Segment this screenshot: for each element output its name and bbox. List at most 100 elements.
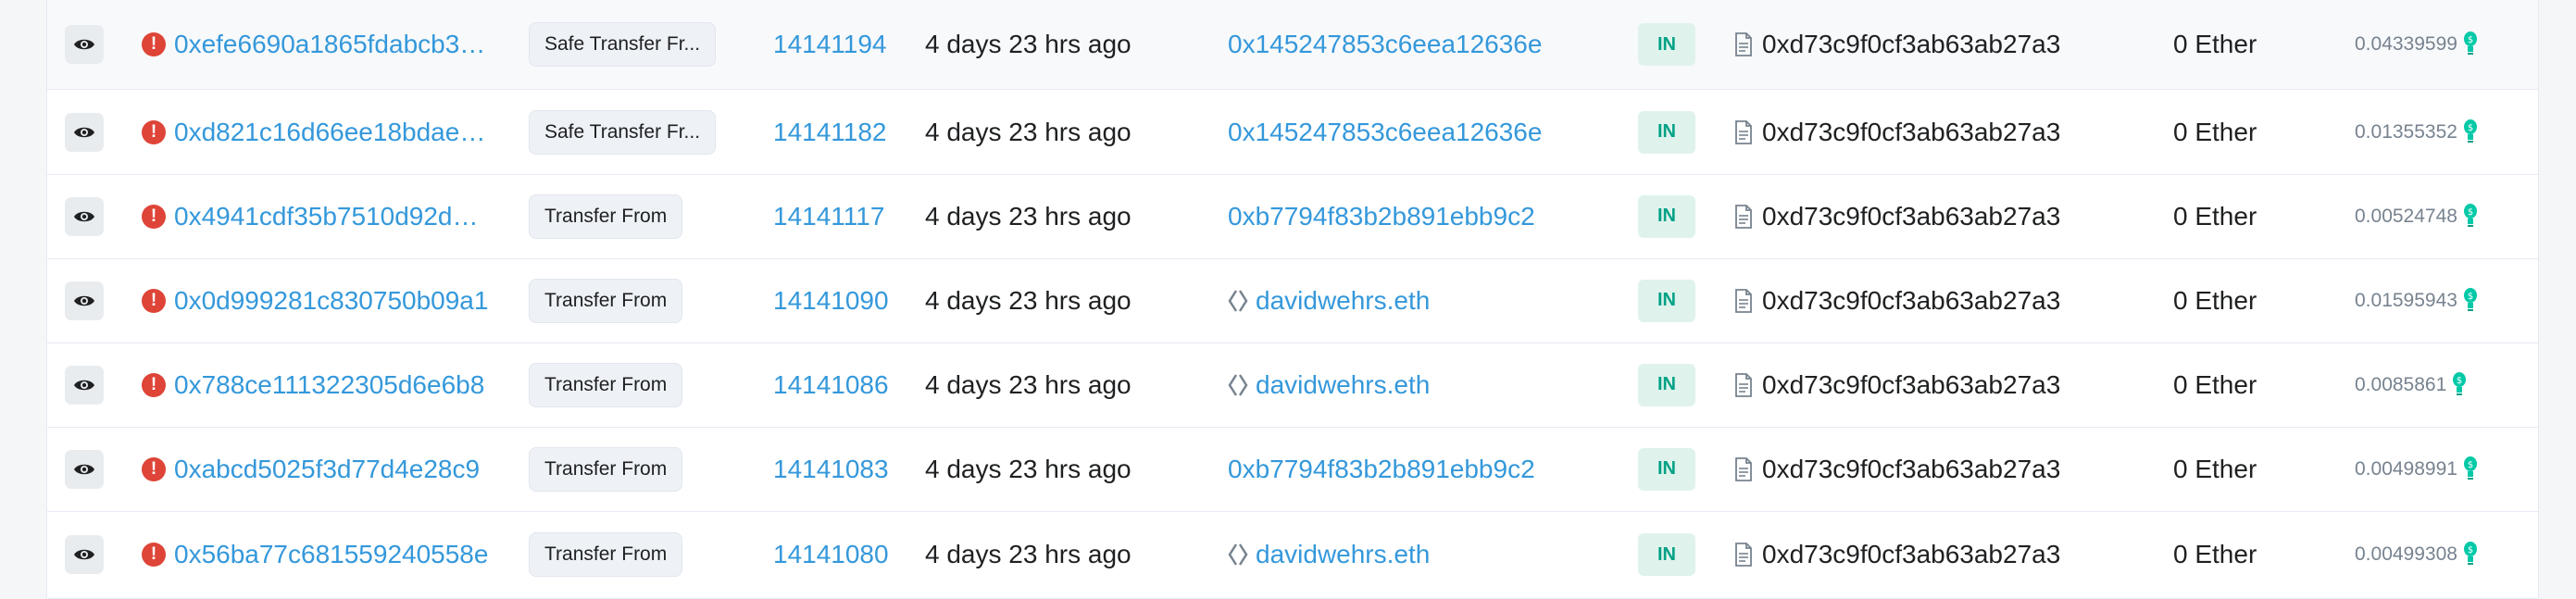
direction-badge: IN — [1638, 447, 1695, 491]
direction-badge: IN — [1638, 110, 1695, 154]
from-address-link[interactable]: davidwehrs.eth — [1256, 370, 1570, 400]
from-address-link[interactable]: 0xb7794f83b2b891ebb9c2 — [1228, 455, 1543, 484]
document-icon — [1734, 543, 1753, 567]
transactions-table: ! 0xefe6690a1865fdabcb3bf4 Safe Transfer… — [46, 0, 2539, 599]
to-address-link[interactable]: 0xd73c9f0cf3ab63ab27a3 — [1762, 286, 2077, 316]
ens-diamond-icon — [1228, 543, 1248, 567]
document-icon — [1734, 288, 1753, 313]
table-row: ! 0xd821c16d66ee18bdae4f7 Safe Transfer … — [47, 90, 2538, 175]
exclamation-circle-icon: ! — [142, 372, 166, 397]
block-link[interactable]: 14141083 — [773, 455, 889, 484]
view-details-button[interactable] — [65, 449, 104, 489]
tx-hash-link[interactable]: 0x56ba77c681559240558e — [174, 540, 489, 569]
document-icon — [1734, 119, 1753, 144]
method-badge: Safe Transfer Fr... — [529, 109, 717, 155]
to-address-link[interactable]: 0xd73c9f0cf3ab63ab27a3 — [1762, 118, 2077, 147]
eye-icon — [73, 547, 95, 562]
block-link[interactable]: 14141090 — [773, 286, 889, 316]
to-address-link[interactable]: 0xd73c9f0cf3ab63ab27a3 — [1762, 30, 2077, 59]
view-details-button[interactable] — [65, 281, 104, 320]
eye-icon — [73, 378, 95, 393]
age-text: 4 days 23 hrs ago — [925, 117, 1132, 146]
svg-text:$: $ — [2468, 207, 2473, 218]
direction-badge: IN — [1638, 23, 1695, 66]
view-details-button[interactable] — [65, 365, 104, 405]
svg-text:$: $ — [2468, 35, 2473, 45]
method-badge: Transfer From — [529, 362, 683, 407]
svg-text:$: $ — [2468, 460, 2473, 470]
method-badge: Transfer From — [529, 193, 683, 239]
ens-diamond-icon — [1228, 373, 1248, 397]
method-badge: Transfer From — [529, 278, 683, 323]
block-link[interactable]: 14141080 — [773, 540, 889, 569]
tx-hash-link[interactable]: 0x4941cdf35b7510d92d7a2 — [174, 202, 489, 231]
age-text: 4 days 23 hrs ago — [925, 369, 1132, 399]
from-address-link[interactable]: davidwehrs.eth — [1256, 540, 1570, 569]
value-text: 0 Ether — [2173, 201, 2257, 231]
exclamation-circle-icon: ! — [142, 288, 166, 313]
value-text: 0 Ether — [2173, 454, 2257, 483]
to-address-link[interactable]: 0xd73c9f0cf3ab63ab27a3 — [1762, 202, 2077, 231]
txn-fee-text: 0.01595943 — [2355, 289, 2457, 311]
to-address-link[interactable]: 0xd73c9f0cf3ab63ab27a3 — [1762, 540, 2077, 569]
view-details-button[interactable] — [65, 112, 104, 152]
method-badge: Transfer From — [529, 532, 683, 577]
view-details-button[interactable] — [65, 25, 104, 64]
age-text: 4 days 23 hrs ago — [925, 201, 1132, 231]
gas-bulb-icon: $ — [2452, 371, 2467, 399]
block-link[interactable]: 14141182 — [773, 118, 887, 147]
document-icon — [1734, 204, 1753, 229]
block-link[interactable]: 14141194 — [773, 30, 887, 59]
eye-icon — [73, 125, 95, 140]
view-details-button[interactable] — [65, 535, 104, 574]
gas-bulb-icon: $ — [2463, 455, 2478, 483]
value-text: 0 Ether — [2173, 30, 2257, 58]
txn-fee-text: 0.04339599 — [2355, 33, 2457, 55]
gas-bulb-icon: $ — [2463, 119, 2478, 146]
method-badge: Safe Transfer Fr... — [529, 22, 717, 67]
txn-fee-text: 0.01355352 — [2355, 120, 2457, 143]
exclamation-circle-icon: ! — [142, 456, 166, 481]
from-address-link[interactable]: davidwehrs.eth — [1256, 286, 1570, 316]
to-address-link[interactable]: 0xd73c9f0cf3ab63ab27a3 — [1762, 455, 2077, 484]
tx-hash-link[interactable]: 0x0d999281c830750b09a1 — [174, 286, 489, 316]
tx-hash-link[interactable]: 0xabcd5025f3d77d4e28c9 — [174, 455, 489, 484]
direction-badge: IN — [1638, 279, 1695, 322]
from-address-link[interactable]: 0xb7794f83b2b891ebb9c2 — [1228, 202, 1543, 231]
value-text: 0 Ether — [2173, 369, 2257, 399]
tx-hash-link[interactable]: 0xefe6690a1865fdabcb3bf4 — [174, 30, 489, 59]
view-details-button[interactable] — [65, 196, 104, 236]
svg-text:$: $ — [2468, 545, 2473, 555]
exclamation-circle-icon: ! — [142, 543, 166, 567]
gas-bulb-icon: $ — [2463, 541, 2478, 568]
from-address-link[interactable]: 0x145247853c6eea12636e — [1228, 30, 1543, 59]
table-row: ! 0x0d999281c830750b09a1 Transfer From 1… — [47, 258, 2538, 343]
svg-text:$: $ — [2457, 376, 2462, 386]
to-address-link[interactable]: 0xd73c9f0cf3ab63ab27a3 — [1762, 370, 2077, 400]
block-link[interactable]: 14141117 — [773, 202, 884, 231]
age-text: 4 days 23 hrs ago — [925, 30, 1132, 58]
table-row: ! 0x788ce111322305d6e6b8 Transfer From 1… — [47, 343, 2538, 428]
eye-icon — [73, 293, 95, 308]
gas-bulb-icon: $ — [2463, 31, 2478, 58]
from-address-link[interactable]: 0x145247853c6eea12636e — [1228, 118, 1543, 147]
exclamation-circle-icon: ! — [142, 204, 166, 229]
value-text: 0 Ether — [2173, 285, 2257, 315]
svg-text:$: $ — [2468, 123, 2473, 133]
txn-fee-text: 0.00524748 — [2355, 205, 2457, 227]
exclamation-circle-icon: ! — [142, 119, 166, 144]
gas-bulb-icon: $ — [2463, 203, 2478, 231]
eye-icon — [73, 462, 95, 477]
age-text: 4 days 23 hrs ago — [925, 540, 1132, 568]
value-text: 0 Ether — [2173, 117, 2257, 146]
tx-hash-link[interactable]: 0xd821c16d66ee18bdae4f7 — [174, 118, 489, 147]
tx-hash-link[interactable]: 0x788ce111322305d6e6b8 — [174, 370, 489, 400]
txn-fee-text: 0.00499308 — [2355, 543, 2457, 565]
table-row: ! 0xabcd5025f3d77d4e28c9 Transfer From 1… — [47, 427, 2538, 512]
eye-icon — [73, 37, 95, 52]
ens-diamond-icon — [1228, 289, 1248, 313]
txn-fee-text: 0.00498991 — [2355, 457, 2457, 480]
block-link[interactable]: 14141086 — [773, 370, 889, 400]
eye-icon — [73, 209, 95, 224]
document-icon — [1734, 456, 1753, 481]
